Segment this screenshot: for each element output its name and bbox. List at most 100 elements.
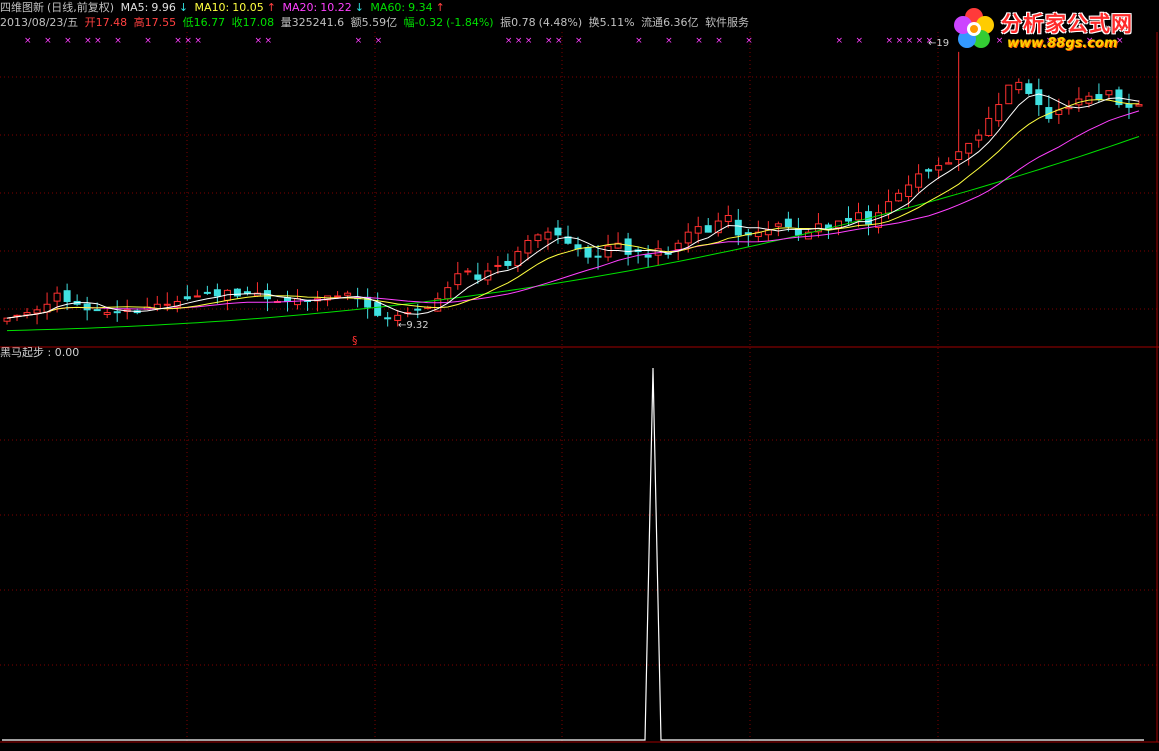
x-mark: × bbox=[575, 36, 583, 46]
candle-body-up bbox=[344, 292, 352, 296]
x-mark: × bbox=[545, 36, 553, 46]
candle-body-up bbox=[3, 317, 11, 322]
change-pct: (-1.84%) bbox=[446, 16, 494, 29]
x-mark: × bbox=[515, 36, 523, 46]
stock-chart-window: × × × × × × × × × × × × × × × × × × × × × × × × × × × × × × × × × × × × × 四维… bbox=[0, 0, 1159, 751]
ma20-line bbox=[6, 110, 1140, 319]
price-low-label: ←9.32 bbox=[398, 320, 429, 332]
candle-body-down bbox=[183, 296, 191, 300]
ma10-label: MA10: bbox=[194, 1, 230, 14]
site-logo[interactable]: 分析家公式网 www.88gs.com bbox=[951, 4, 1151, 56]
ma5-value: 9.96 bbox=[151, 1, 176, 14]
chart-mode: (日线,前复权) bbox=[47, 1, 115, 14]
candle-body-up bbox=[905, 184, 913, 197]
x-mark: × bbox=[24, 36, 32, 46]
candle-body-up bbox=[1135, 104, 1143, 107]
candle-body-down bbox=[704, 225, 712, 233]
candle-body-up bbox=[885, 201, 893, 214]
x-mark: × bbox=[906, 36, 914, 46]
x-mark: × bbox=[695, 36, 703, 46]
ma5-arrow-icon: ↓ bbox=[178, 1, 189, 14]
candle-body-down bbox=[844, 217, 852, 222]
candle-body-up bbox=[494, 264, 502, 267]
header-line-2: 2013/08/23/五 开17.48 高17.55 低16.77 收17.08… bbox=[0, 15, 752, 31]
candle-body-down bbox=[1035, 89, 1043, 106]
x-mark: × bbox=[94, 36, 102, 46]
sector-value: 软件服务 bbox=[705, 16, 750, 29]
low-mark-value: 9.32 bbox=[406, 320, 429, 331]
quote-date: 2013/08/23/五 bbox=[0, 16, 79, 29]
candle-body-down bbox=[384, 317, 392, 320]
x-mark: × bbox=[856, 36, 864, 46]
header-line-1: 四维图新 (日线,前复权) MA5: 9.96 ↓ MA10: 10.05 ↑ MA20:… bbox=[0, 0, 448, 16]
candle-body-down bbox=[203, 291, 211, 294]
candle-body-up bbox=[163, 303, 171, 306]
open-label: 开 bbox=[84, 16, 96, 29]
high-mark-value: 19 bbox=[936, 38, 950, 49]
ma10-value: 10.05 bbox=[232, 1, 264, 14]
x-mark: × bbox=[264, 36, 272, 46]
ma10-line bbox=[6, 99, 1139, 319]
candle-body-down bbox=[474, 274, 482, 280]
candle-body-down bbox=[734, 219, 742, 236]
x-mark: × bbox=[174, 36, 182, 46]
low-value: 16.77 bbox=[193, 16, 226, 29]
candle-body-down bbox=[554, 227, 562, 236]
indicator-sep: : bbox=[47, 346, 52, 359]
candle-body-up bbox=[654, 248, 662, 256]
amplitude-pct: (4.48%) bbox=[538, 16, 583, 29]
candle-body-up bbox=[674, 242, 682, 251]
x-mark: × bbox=[916, 36, 924, 46]
logo-url-text: www.88gs.com bbox=[1007, 36, 1118, 51]
candle-body-up bbox=[935, 165, 943, 171]
price-high-label: ←19 bbox=[928, 38, 949, 50]
indicator-name: 黑马起步 bbox=[0, 346, 44, 359]
open-value: 17.48 bbox=[95, 16, 128, 29]
candle-body-up bbox=[103, 312, 111, 315]
high-label: 高 bbox=[133, 16, 145, 29]
ma60-value: 9.34 bbox=[408, 1, 433, 14]
candle-body-up bbox=[965, 142, 973, 154]
candle-body-up bbox=[53, 292, 61, 302]
candle-body-up bbox=[955, 151, 963, 160]
candle-body-up bbox=[1005, 84, 1013, 105]
turnover-value: 5.11% bbox=[599, 16, 635, 29]
x-mark: × bbox=[896, 36, 904, 46]
x-mark: × bbox=[44, 36, 52, 46]
candle-body-down bbox=[213, 289, 221, 297]
x-mark: × bbox=[84, 36, 92, 46]
float-label: 流通 bbox=[641, 16, 664, 29]
volume-value: 325241.6 bbox=[291, 16, 345, 29]
candle-body-up bbox=[995, 104, 1003, 122]
candle-body-down bbox=[1125, 103, 1133, 108]
candle-body-down bbox=[644, 254, 652, 258]
candle-body-down bbox=[414, 308, 422, 311]
x-mark: × bbox=[745, 36, 753, 46]
candle-body-down bbox=[63, 290, 71, 302]
ma20-arrow-icon: ↓ bbox=[354, 1, 364, 14]
high-value: 17.55 bbox=[144, 16, 177, 29]
amplitude-value: 0.78 bbox=[511, 16, 536, 29]
ma5-line bbox=[6, 93, 1140, 319]
candle-body-up bbox=[684, 231, 692, 244]
flower-logo-icon bbox=[954, 8, 994, 48]
stock-name: 四维图新 bbox=[0, 1, 44, 14]
close-value: 17.08 bbox=[242, 16, 275, 29]
candle-body-up bbox=[544, 231, 552, 240]
x-mark: × bbox=[715, 36, 723, 46]
chart-canvas[interactable]: × × × × × × × × × × × × × × × × × × × × × × × × × × × × × × × × × × × × × bbox=[0, 0, 1159, 751]
candle-body-down bbox=[233, 288, 241, 297]
candle-body-up bbox=[1065, 106, 1073, 110]
candle-body-up bbox=[945, 162, 953, 165]
x-mark: × bbox=[114, 36, 122, 46]
ma10-arrow-icon: ↑ bbox=[266, 1, 276, 14]
x-mark: × bbox=[525, 36, 533, 46]
candle-body-down bbox=[93, 309, 101, 312]
candle-body-up bbox=[1015, 81, 1023, 91]
x-mark: × bbox=[835, 36, 843, 46]
x-mark: × bbox=[505, 36, 513, 46]
low-label: 低 bbox=[182, 16, 194, 29]
candle-body-up bbox=[514, 251, 522, 267]
candle-body-up bbox=[193, 295, 201, 298]
ma20-value: 10.22 bbox=[320, 1, 352, 14]
